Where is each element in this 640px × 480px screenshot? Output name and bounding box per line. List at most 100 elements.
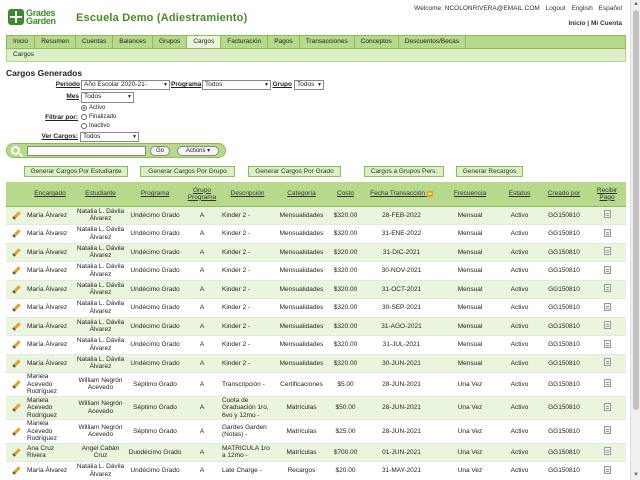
receipt-icon[interactable] [603,302,611,311]
ver-cargos-select[interactable]: Todos ▼ [80,132,139,142]
cell-descripcion: Cuota de Graduación 1ro, 6vo y 12mo - [221,396,274,420]
subnav-item-cargos[interactable]: Cargos [13,51,34,58]
welcome-text: Welcome: NCOLONRIVERA@EMAIL.COM [414,5,540,12]
receipt-icon[interactable] [603,284,611,292]
scrollbar-thumb[interactable] [633,10,639,410]
sort-desc-icon[interactable] [426,190,433,197]
cell-estudiante: Natalia L. Dávila Álvarez [74,280,127,299]
spanish-link[interactable]: Español [599,5,623,12]
tab-balances[interactable]: Balances [113,36,153,48]
tab-facturacion[interactable]: Facturación [221,36,269,48]
col-encargado[interactable]: Encargado [26,182,74,207]
table-row: María Álvarez Natalia L. Dávila Álvarez Un… [6,261,626,281]
search-input[interactable] [27,146,146,156]
tab-pagos[interactable]: Pagos [268,36,300,48]
col-fecha-transaccion[interactable]: Fecha Transacción [362,182,441,207]
tab-cargos[interactable]: Cargos [187,36,222,48]
cell-grupo: A [183,461,221,480]
cell-creado: GG150810 [540,298,588,318]
cell-creado: GG150810 [540,461,588,480]
col-categoria[interactable]: Categoría [274,182,329,207]
page: Grades Garden Escuela Demo (Adiestramien… [0,0,630,480]
pencil-icon[interactable] [11,284,21,294]
pencil-icon[interactable] [11,447,21,457]
tab-conceptos[interactable]: Conceptos [355,36,399,48]
generate-by-group-button[interactable]: Generar Cargos Por Grupo [140,166,235,177]
radio-selected-icon [81,105,87,111]
receipt-icon[interactable] [603,402,611,411]
pencil-icon[interactable] [11,229,21,238]
pencil-icon[interactable] [11,466,21,475]
receipt-icon[interactable] [603,358,611,366]
pencil-icon[interactable] [11,266,21,275]
programa-select[interactable]: Todos ▼ [202,80,271,90]
charges-to-groups-button[interactable]: Cargos a Grupos Pers. [364,166,444,177]
tab-resumen[interactable]: Resumen [35,36,77,48]
generate-by-grade-button[interactable]: Generar Cargos Por Grado [248,166,341,177]
cell-fecha: 30-NOV-2021 [362,261,441,281]
pencil-icon[interactable] [11,303,21,312]
pencil-icon[interactable] [11,340,21,349]
generate-surcharges-button[interactable]: Generar Recargos [456,166,523,177]
tab-transacciones[interactable]: Transacciones [300,36,355,48]
mes-select[interactable]: Todos ▼ [81,92,134,103]
cell-estatus: Activo [499,335,540,355]
pencil-icon[interactable] [11,426,21,436]
tab-descuentos-becas[interactable]: Descuentos/Becas [399,36,466,48]
cell-frecuencia: Una Vez [441,372,499,397]
receipt-icon[interactable] [603,210,611,218]
tab-cuentas[interactable]: Cuentas [76,36,114,48]
scroll-up-icon[interactable]: ▲ [632,0,640,9]
col-programa[interactable]: Programa [127,182,183,207]
logout-link[interactable]: Logout [546,5,566,12]
grupo-select[interactable]: Todos ▼ [294,80,324,90]
go-button[interactable]: Go [150,146,170,156]
tab-inicio[interactable]: Inicio [7,36,36,48]
cell-fecha: 30-SEP-2021 [362,298,441,318]
radio-activo[interactable]: Activo [81,105,105,111]
scroll-down-icon[interactable]: ▼ [632,471,640,480]
generate-by-student-button[interactable]: Generar Cargos Por Estudiante [24,166,128,177]
col-creado-por[interactable]: Creado por [540,182,588,207]
receipt-icon[interactable] [603,379,611,387]
receipt-icon[interactable] [603,447,611,455]
pencil-icon[interactable] [11,358,21,368]
home-link[interactable]: Inicio [569,20,586,27]
radio-inactivo[interactable]: Inactivo [81,123,110,129]
col-costo[interactable]: Costo [329,182,362,207]
actions-button[interactable]: Actions ▾ [177,146,219,156]
my-account-link[interactable]: Mi Cuenta [591,20,622,27]
cell-encargado: María Álvarez [26,335,74,355]
tab-grupos[interactable]: Grupos [153,36,188,48]
english-link[interactable]: English [571,5,592,12]
cell-programa: Duodécimo Grado [127,443,183,462]
receipt-icon[interactable] [603,426,611,434]
cell-estudiante: Natalia L. Dávila Álvarez [74,298,127,318]
cell-encargado: María Álvarez [26,317,74,336]
col-grupo-programa[interactable]: Grupo Programa [183,182,221,207]
table-row: María Álvarez Natalia L. Dávila Álvarez Un… [6,243,626,262]
receipt-icon[interactable] [603,247,611,255]
edit-cell [6,461,26,480]
receipt-icon[interactable] [603,265,611,274]
col-estudiante[interactable]: Estudiante [74,182,127,207]
pencil-icon[interactable] [11,247,21,257]
pencil-icon[interactable] [11,403,21,412]
col-descripcion[interactable]: Descripción [221,182,274,207]
pencil-icon[interactable] [11,379,21,389]
grades-garden-logo[interactable]: Grades Garden [8,9,56,26]
vertical-scrollbar[interactable]: ▲ ▼ [630,0,640,480]
col-estatus[interactable]: Estatus [499,182,540,207]
radio-finalizado[interactable]: Finalizado [81,114,116,120]
pencil-icon[interactable] [11,210,21,220]
receive-payment-cell [588,243,626,262]
periodo-select[interactable]: Año Escolar 2020-21- ▼ [81,80,170,90]
receipt-icon[interactable] [603,228,611,237]
pencil-icon[interactable] [11,321,21,331]
receipt-icon[interactable] [603,339,611,348]
col-recibir-pago[interactable]: Recibir Pago [588,182,626,207]
receipt-icon[interactable] [603,321,611,329]
cell-estatus: Activo [499,372,540,397]
col-frecuencia[interactable]: Frecuencia [441,182,499,207]
receipt-icon[interactable] [603,465,611,474]
